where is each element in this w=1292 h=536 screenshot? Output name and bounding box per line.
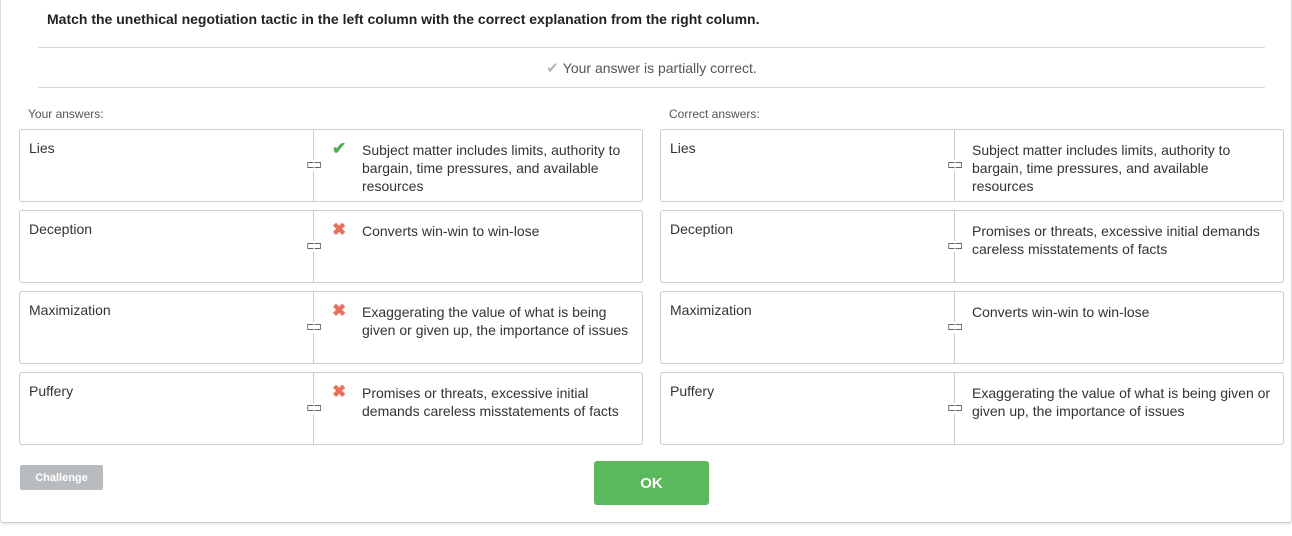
term-label: Puffery [670,383,715,399]
link-icon: ⊏⊐ [306,241,322,252]
correct-answers-list: Lies ⊏⊐ Subject matter includes limits, … [660,129,1284,453]
link-icon: ⊏⊐ [947,403,963,414]
correct-answers-label: Correct answers: [669,107,760,121]
question-text: Match the unethical negotiation tactic i… [47,11,760,27]
feedback-banner: ✔ Your answer is partially correct. [38,47,1265,88]
link-icon: ⊏⊐ [306,403,322,414]
term-label: Deception [670,221,734,237]
correct-answer-row-lies: Lies ⊏⊐ Subject matter includes limits, … [660,129,1284,202]
correct-answer-row-deception: Deception ⊏⊐ Promises or threats, excess… [660,210,1284,283]
explanation-text: Promises or threats, excessive initial d… [362,385,619,419]
check-icon: ✔ [546,59,559,77]
explanation-text: Subject matter includes limits, authorit… [972,142,1231,194]
term-label: Lies [29,140,55,156]
ok-button[interactable]: OK [594,461,709,505]
feedback-text: Your answer is partially correct. [562,59,757,76]
your-answer-row-lies: Lies ⊏⊐ ✔ Subject matter includes limits… [19,129,643,202]
link-icon: ⊏⊐ [947,322,963,333]
correct-check-icon: ✔ [332,139,347,158]
link-icon: ⊏⊐ [947,241,963,252]
your-answer-row-puffery: Puffery ⊏⊐ ✖ Promises or threats, excess… [19,372,643,445]
link-icon: ⊏⊐ [947,160,963,171]
incorrect-x-icon: ✖ [332,382,347,401]
explanation-text: Exaggerating the value of what is being … [972,385,1271,419]
explanation-text: Promises or threats, excessive initial d… [972,223,1260,257]
correct-answer-row-puffery: Puffery ⊏⊐ Exaggerating the value of wha… [660,372,1284,445]
term-label: Lies [670,140,696,156]
correct-answer-row-maximization: Maximization ⊏⊐ Converts win-win to win-… [660,291,1284,364]
your-answers-label: Your answers: [28,107,104,121]
link-icon: ⊏⊐ [306,160,322,171]
explanation-text: Converts win-win to win-lose [972,304,1150,320]
explanation-text: Subject matter includes limits, authorit… [362,142,621,194]
term-label: Maximization [670,302,752,318]
term-label: Puffery [29,383,74,399]
incorrect-x-icon: ✖ [332,301,347,320]
explanation-text: Exaggerating the value of what is being … [362,304,629,338]
term-label: Deception [29,221,93,237]
your-answers-list: Lies ⊏⊐ ✔ Subject matter includes limits… [19,129,643,453]
term-label: Maximization [29,302,111,318]
your-answer-row-deception: Deception ⊏⊐ ✖ Converts win-win to win-l… [19,210,643,283]
explanation-text: Converts win-win to win-lose [362,223,540,239]
your-answer-row-maximization: Maximization ⊏⊐ ✖ Exaggerating the value… [19,291,643,364]
challenge-button[interactable]: Challenge [20,465,103,490]
link-icon: ⊏⊐ [306,322,322,333]
question-card: Match the unethical negotiation tactic i… [0,0,1292,523]
incorrect-x-icon: ✖ [332,220,347,239]
